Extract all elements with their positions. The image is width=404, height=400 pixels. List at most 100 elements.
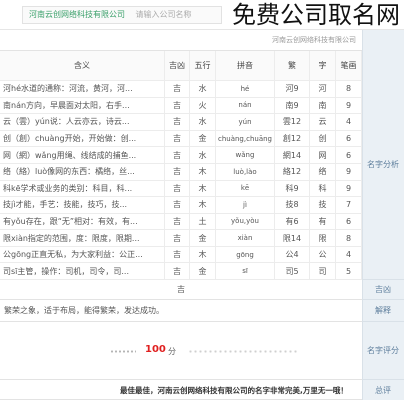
score-dots-right <box>188 349 298 354</box>
row-1-meaning: 河hé水道的通称：河流，黄河，河... <box>0 81 165 98</box>
row-3-pinyin: yún <box>216 114 275 131</box>
row-2-strokes: 9 <box>336 97 362 115</box>
row-7-trad: 科9 <box>275 180 310 198</box>
row-7-element: 木 <box>190 180 216 198</box>
luck-value: 吉 <box>177 285 185 294</box>
row-3-meaning: 云（雲）yún说：人云亦云，诗云... <box>0 114 165 131</box>
name-analysis-table: 含义 吉凶 五行 拼音繁字笔画 河hé水道的通称：河流，黄河，河... 吉水 hé 河9 河 8 南… <box>0 50 362 280</box>
row-10-element: 金 <box>190 230 216 247</box>
row-8-pinyin: jì <box>216 197 275 214</box>
row-2-pinyin: nán <box>216 97 275 115</box>
row-8-element: 木 <box>190 197 216 214</box>
row-9-meaning: 有yǒu存在，跟“无”相对：有效，有... <box>0 213 165 231</box>
row-6-strokes: 9 <box>336 163 362 181</box>
row-11-luck: 吉 <box>165 246 190 264</box>
explanation-text: 繁荣之象，适于布局，能得繁荣，发达成功。 <box>4 306 164 315</box>
row-4-trad: 創12 <box>275 130 310 148</box>
row-6-trad: 絡12 <box>275 163 310 181</box>
row-9-element: 土 <box>190 213 216 231</box>
row-12-strokes: 5 <box>336 263 362 280</box>
row-1-strokes: 8 <box>336 81 362 98</box>
row-6-char: 络 <box>310 163 336 181</box>
row-5-pinyin: wǎng <box>216 147 275 164</box>
row-3-element: 水 <box>190 114 216 131</box>
row-5-trad: 網14 <box>275 147 310 164</box>
row-7-luck: 吉 <box>165 180 190 198</box>
row-7-meaning: 科kē学术或业务的类别：科目，科... <box>0 180 165 198</box>
luck-row: 吉 <box>0 280 362 300</box>
row-5-element: 水 <box>190 147 216 164</box>
search-company-name: 河南云创网络科技有限公司 <box>29 10 125 19</box>
column-header-element: 五行 <box>190 51 216 81</box>
search-input[interactable]: 河南云创网络科技有限公司 请输入公司名称 <box>22 6 222 24</box>
row-1-char: 河 <box>310 81 336 98</box>
row-3-strokes: 4 <box>336 114 362 131</box>
row-8-char: 技 <box>310 197 336 214</box>
row-6-meaning: 络（絡）luò像网的东西：橘络，丝... <box>0 163 165 181</box>
column-header-char: 字 <box>310 51 336 81</box>
column-header-luck: 吉凶 <box>165 51 190 81</box>
row-2-luck: 吉 <box>165 97 190 115</box>
row-8-strokes: 7 <box>336 197 362 214</box>
row-9-luck: 吉 <box>165 213 190 231</box>
row-2-meaning: 南nán方向，早晨面对太阳，右手... <box>0 97 165 115</box>
search-placeholder: 请输入公司名称 <box>135 10 192 19</box>
row-2-char: 南 <box>310 97 336 115</box>
row-12-meaning: 司sī主管，操作：司机，司令，司... <box>0 263 165 280</box>
page: 河南云创网络科技有限公司 请输入公司名称 免费公司取名网 河南云创网络科技有限公… <box>0 0 404 400</box>
row-5-luck: 吉 <box>165 147 190 164</box>
row-12-trad: 司5 <box>275 263 310 280</box>
row-9-pinyin: yǒu,yòu <box>216 213 275 231</box>
row-9-trad: 有6 <box>275 213 310 231</box>
row-4-meaning: 创（創）chuàng开始，开始做：创... <box>0 130 165 148</box>
row-3-trad: 雲12 <box>275 114 310 131</box>
label-explanation: 解释 <box>362 300 404 322</box>
row-1-pinyin: hé <box>216 81 275 98</box>
row-11-strokes: 4 <box>336 246 362 264</box>
row-5-strokes: 6 <box>336 147 362 164</box>
row-7-pinyin: kē <box>216 180 275 198</box>
result-subtitle: 河南云创网络科技有限公司 <box>272 36 356 44</box>
row-10-trad: 限14 <box>275 230 310 247</box>
score-dots-left <box>110 349 136 354</box>
column-header-meaning: 含义 <box>0 51 165 81</box>
row-1-luck: 吉 <box>165 81 190 98</box>
row-7-strokes: 9 <box>336 180 362 198</box>
label-summary: 总评 <box>375 385 391 395</box>
row-5-meaning: 网（網）wǎng用绳、线结成的捕鱼... <box>0 147 165 164</box>
column-header-strokes: 笔画 <box>336 51 362 81</box>
row-10-strokes: 8 <box>336 230 362 247</box>
row-10-luck: 吉 <box>165 230 190 247</box>
row-12-char: 司 <box>310 263 336 280</box>
summary-text: 最佳最佳，河南云创网络科技有限公司的名字非常完美,万里无一哦！ <box>120 386 348 395</box>
row-9-strokes: 6 <box>336 213 362 231</box>
row-4-pinyin: chuàng,chuāng <box>216 130 275 148</box>
row-6-pinyin: luò,lào <box>216 163 275 181</box>
label-name-analysis: 名字分析 <box>362 50 404 280</box>
row-12-pinyin: sī <box>216 263 275 280</box>
explanation-row: 繁荣之象，适于布局，能得繁荣，发达成功。 <box>0 300 362 322</box>
row-11-trad: 公4 <box>275 246 310 264</box>
watermark: 免费公司取名网 <box>230 1 402 29</box>
row-11-pinyin: gōng <box>216 246 275 264</box>
row-11-element: 木 <box>190 246 216 264</box>
row-1-trad: 河9 <box>275 81 310 98</box>
row-11-meaning: 公gōng正直无私，为大家利益：公正... <box>0 246 165 264</box>
row-2-element: 火 <box>190 97 216 115</box>
row-5-char: 网 <box>310 147 336 164</box>
row-10-pinyin: xiàn <box>216 230 275 247</box>
row-6-element: 木 <box>190 163 216 181</box>
row-11-char: 公 <box>310 246 336 264</box>
row-4-element: 金 <box>190 130 216 148</box>
row-4-strokes: 6 <box>336 130 362 148</box>
row-8-meaning: 技jì才能，手艺：技能，技巧，技... <box>0 197 165 214</box>
row-2-trad: 南9 <box>275 97 310 115</box>
row-4-luck: 吉 <box>165 130 190 148</box>
row-6-luck: 吉 <box>165 163 190 181</box>
row-7-char: 科 <box>310 180 336 198</box>
label-score: 名字评分 <box>362 322 404 380</box>
summary-row: 最佳最佳，河南云创网络科技有限公司的名字非常完美,万里无一哦！ <box>0 380 362 400</box>
row-8-trad: 技8 <box>275 197 310 214</box>
top-bar: 河南云创网络科技有限公司 请输入公司名称 免费公司取名网 <box>0 0 404 30</box>
column-header-trad: 繁 <box>275 51 310 81</box>
